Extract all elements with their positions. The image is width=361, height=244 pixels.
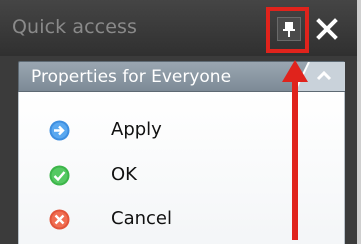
cancel-icon (49, 209, 70, 230)
close-icon (316, 18, 338, 40)
ok-icon (49, 165, 70, 186)
ok-label: OK (111, 164, 137, 185)
page: Quick access Properties for Everyone App… (0, 0, 361, 244)
ok-action[interactable]: OK (49, 162, 249, 192)
apply-action[interactable]: Apply (49, 117, 249, 147)
panel-title: Quick access (12, 16, 137, 38)
apply-label: Apply (111, 119, 162, 140)
pin-button-highlight (266, 7, 309, 53)
cancel-action[interactable]: Cancel (49, 206, 249, 236)
section-title: Properties for Everyone (31, 67, 232, 87)
apply-icon (49, 120, 70, 141)
panel-titlebar: Quick access (0, 0, 357, 56)
close-button[interactable] (314, 16, 340, 42)
cancel-label: Cancel (111, 208, 172, 229)
annotation-arrow (282, 60, 308, 240)
